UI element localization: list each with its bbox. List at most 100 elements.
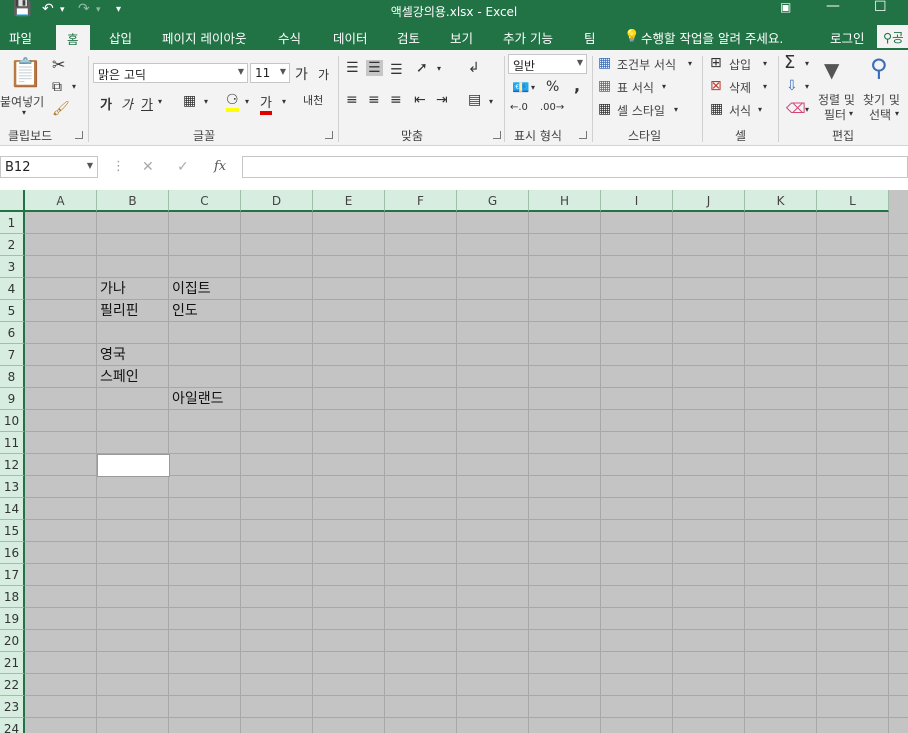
autosum-dropdown-icon[interactable]: ▾ (805, 59, 809, 68)
column-header-g[interactable]: G (457, 190, 529, 212)
align-center-icon[interactable]: ≡ (368, 92, 380, 108)
copy-dropdown-icon[interactable]: ▾ (72, 82, 76, 91)
minimize-icon[interactable]: — (826, 0, 840, 14)
fill-color-icon[interactable]: ⚆ (226, 92, 239, 112)
row-header-14[interactable]: 14 (0, 498, 25, 520)
paste-icon[interactable]: 📋 (8, 56, 43, 89)
insert-cells-button[interactable]: 삽입 (729, 56, 751, 73)
tab-team[interactable]: 팀 (584, 28, 596, 47)
align-middle-icon[interactable]: ☰ (366, 60, 383, 76)
insert-function-icon[interactable]: fx (214, 159, 226, 174)
underline-dropdown-icon[interactable]: ▾ (158, 97, 162, 106)
row-header-18[interactable]: 18 (0, 586, 25, 608)
login-link[interactable]: 로그인 (830, 28, 865, 47)
column-header-f[interactable]: F (385, 190, 457, 212)
selected-cell[interactable] (97, 454, 170, 477)
row-header-21[interactable]: 21 (0, 652, 25, 674)
ribbon-display-icon[interactable]: ▣ (780, 0, 791, 14)
row-header-8[interactable]: 8 (0, 366, 25, 388)
merge-dropdown-icon[interactable]: ▾ (489, 97, 493, 106)
row-header-5[interactable]: 5 (0, 300, 25, 322)
currency-icon[interactable]: 💶 (512, 80, 529, 96)
name-box[interactable]: B12 ▼ (0, 156, 98, 178)
cell-b5[interactable]: 필리핀 (97, 300, 139, 322)
format-painter-icon[interactable]: 🖌 (52, 101, 70, 117)
tab-data[interactable]: 데이터 (333, 28, 368, 47)
row-header-4[interactable]: 4 (0, 278, 25, 300)
autosum-icon[interactable]: Σ (784, 52, 795, 73)
column-header-k[interactable]: K (745, 190, 817, 212)
select-all-button[interactable] (0, 190, 25, 212)
cancel-icon[interactable]: ✕ (142, 159, 154, 175)
column-header-i[interactable]: I (601, 190, 673, 212)
tab-review[interactable]: 검토 (397, 28, 420, 47)
cell-styles-button[interactable]: 셀 스타일 (617, 102, 665, 119)
font-name-combo[interactable]: 맑은 고딕 ▼ (93, 63, 248, 83)
bold-button[interactable]: 가 (100, 94, 112, 113)
format-table-button[interactable]: 표 서식 (617, 79, 654, 96)
currency-dropdown-icon[interactable]: ▾ (531, 83, 535, 92)
row-header-3[interactable]: 3 (0, 256, 25, 278)
decrease-decimal-icon[interactable]: .00→ (540, 102, 564, 113)
cell-b4[interactable]: 가나 (97, 278, 126, 300)
align-top-icon[interactable]: ☰ (346, 60, 359, 76)
row-header-20[interactable]: 20 (0, 630, 25, 652)
tab-insert[interactable]: 삽입 (109, 28, 132, 47)
align-right-icon[interactable]: ≡ (390, 92, 402, 108)
tell-me-box[interactable]: 수행할 작업을 알려 주세요. (641, 28, 783, 47)
row-header-12[interactable]: 12 (0, 454, 25, 476)
column-header-e[interactable]: E (313, 190, 385, 212)
row-header-23[interactable]: 23 (0, 696, 25, 718)
column-header-c[interactable]: C (169, 190, 241, 212)
cell-c4[interactable]: 이집트 (169, 278, 211, 300)
cell-c9[interactable]: 아일랜드 (169, 388, 224, 410)
format-cells-button[interactable]: 서식 (729, 102, 751, 119)
row-header-17[interactable]: 17 (0, 564, 25, 586)
cut-icon[interactable]: ✂ (52, 55, 65, 74)
tab-view[interactable]: 보기 (450, 28, 473, 47)
row-header-2[interactable]: 2 (0, 234, 25, 256)
borders-dropdown-icon[interactable]: ▾ (204, 97, 208, 106)
column-header-d[interactable]: D (241, 190, 313, 212)
clear-icon[interactable]: ⌫ (786, 101, 806, 117)
column-header-h[interactable]: H (529, 190, 601, 212)
delete-cells-button[interactable]: 삭제 (729, 79, 751, 96)
font-size-combo[interactable]: 11 ▼ (250, 63, 290, 83)
clear-dropdown-icon[interactable]: ▾ (805, 105, 809, 114)
font-launcher-icon[interactable] (325, 131, 333, 139)
enter-icon[interactable]: ✓ (177, 159, 189, 175)
underline-button[interactable]: 가 (141, 94, 153, 113)
orientation-icon[interactable]: ➚ (416, 60, 428, 76)
wrap-text-icon[interactable]: ↲ (468, 60, 480, 76)
column-header-a[interactable]: A (25, 190, 97, 212)
sort-filter-icon[interactable]: ▼ (824, 58, 839, 82)
number-launcher-icon[interactable] (579, 131, 587, 139)
maximize-icon[interactable]: ☐ (874, 0, 887, 15)
row-header-22[interactable]: 22 (0, 674, 25, 696)
paste-dropdown-icon[interactable]: ▾ (22, 108, 26, 117)
tab-page-layout[interactable]: 페이지 레이아웃 (162, 28, 246, 47)
cell-b8[interactable]: 스페인 (97, 366, 139, 388)
column-header-b[interactable]: B (97, 190, 169, 212)
row-header-7[interactable]: 7 (0, 344, 25, 366)
phonetic-button[interactable]: 내천 (303, 92, 323, 108)
tab-formulas[interactable]: 수식 (278, 28, 301, 47)
share-button[interactable]: ⚲공 (877, 25, 908, 48)
fill-dropdown-icon[interactable]: ▾ (805, 82, 809, 91)
cell-b7[interactable]: 영국 (97, 344, 126, 366)
row-header-13[interactable]: 13 (0, 476, 25, 498)
merge-center-icon[interactable]: ▤ (468, 92, 481, 108)
fill-icon[interactable]: ⇩ (786, 78, 798, 94)
fill-color-dropdown-icon[interactable]: ▾ (245, 97, 249, 106)
font-color-dropdown-icon[interactable]: ▾ (282, 97, 286, 106)
number-format-combo[interactable]: 일반 ▼ (508, 54, 587, 74)
row-header-24[interactable]: 24 (0, 718, 25, 733)
conditional-format-button[interactable]: 조건부 서식 (617, 56, 676, 73)
copy-icon[interactable]: ⧉ (52, 79, 62, 95)
grow-font-button[interactable]: 가 (295, 64, 308, 84)
row-header-16[interactable]: 16 (0, 542, 25, 564)
align-left-icon[interactable]: ≡ (346, 92, 358, 108)
increase-decimal-icon[interactable]: ←.0 (510, 102, 528, 113)
decrease-indent-icon[interactable]: ⇤ (414, 92, 426, 108)
comma-button[interactable]: , (574, 76, 580, 95)
